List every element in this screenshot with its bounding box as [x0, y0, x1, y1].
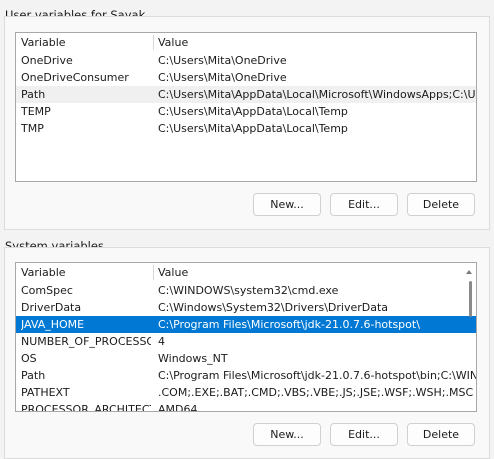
variable-name: OneDriveConsumer — [21, 71, 129, 84]
variable-name: DriverData — [21, 301, 82, 314]
variable-name: TEMP — [21, 105, 51, 118]
table-row[interactable]: TMP C:\Users\Mita\AppData\Local\Temp — [16, 120, 476, 137]
column-divider[interactable] — [153, 35, 154, 50]
variable-value: C:\Users\Mita\AppData\Local\Microsoft\Wi… — [158, 88, 476, 101]
system-edit-button[interactable]: Edit... — [330, 423, 398, 446]
table-row[interactable]: OS Windows_NT — [16, 350, 476, 367]
table-row[interactable]: DriverData C:\Windows\System32\Drivers\D… — [16, 299, 476, 316]
variable-value: C:\Users\Mita\AppData\Local\Temp — [158, 105, 348, 118]
variable-value: C:\Users\Mita\OneDrive — [158, 54, 287, 67]
table-row-selected[interactable]: JAVA_HOME C:\Program Files\Microsoft\jdk… — [16, 316, 476, 333]
column-header-variable[interactable]: Variable — [21, 266, 66, 279]
variable-name: ComSpec — [21, 284, 73, 297]
vertical-scrollbar-thumb[interactable] — [469, 281, 472, 317]
variable-name: NUMBER_OF_PROCESSORS — [21, 335, 151, 348]
scroll-up-arrow-icon[interactable] — [465, 269, 473, 275]
system-variables-list[interactable]: Variable Value ComSpec C:\WINDOWS\system… — [15, 262, 477, 412]
user-new-button[interactable]: New... — [253, 193, 321, 216]
variable-name: TMP — [21, 122, 44, 135]
table-row[interactable]: PROCESSOR_ARCHITECTU... AMD64 — [16, 401, 476, 412]
table-row[interactable]: ComSpec C:\WINDOWS\system32\cmd.exe — [16, 282, 476, 299]
variable-name: PROCESSOR_ARCHITECTU... — [21, 403, 151, 412]
system-new-button[interactable]: New... — [253, 423, 321, 446]
column-header-value[interactable]: Value — [158, 36, 188, 49]
variable-name: Path — [21, 369, 46, 382]
variable-name: Path — [21, 88, 46, 101]
system-delete-button[interactable]: Delete — [407, 423, 475, 446]
variable-name: PATHEXT — [21, 386, 70, 399]
variable-name: OneDrive — [21, 54, 73, 67]
user-edit-button[interactable]: Edit... — [330, 193, 398, 216]
variable-value: C:\Program Files\Microsoft\jdk-21.0.7.6-… — [158, 369, 476, 382]
variable-value: C:\Program Files\Microsoft\jdk-21.0.7.6-… — [158, 318, 420, 331]
table-row[interactable]: Path C:\Program Files\Microsoft\jdk-21.0… — [16, 367, 476, 384]
user-delete-button[interactable]: Delete — [407, 193, 475, 216]
variable-value: C:\Users\Mita\OneDrive — [158, 71, 287, 84]
variable-value: AMD64 — [158, 403, 198, 412]
variable-name: JAVA_HOME — [21, 318, 85, 331]
table-row[interactable]: OneDrive C:\Users\Mita\OneDrive — [16, 52, 476, 69]
variable-value: .COM;.EXE;.BAT;.CMD;.VBS;.VBE;.JS;.JSE;.… — [158, 386, 474, 399]
variable-value: 4 — [158, 335, 165, 348]
column-header-value[interactable]: Value — [158, 266, 188, 279]
list-header: Variable Value — [16, 263, 476, 281]
variable-value: C:\Windows\System32\Drivers\DriverData — [158, 301, 389, 314]
variable-value: C:\Users\Mita\AppData\Local\Temp — [158, 122, 348, 135]
column-header-variable[interactable]: Variable — [21, 36, 66, 49]
column-divider[interactable] — [153, 265, 154, 280]
table-row[interactable]: Path C:\Users\Mita\AppData\Local\Microso… — [16, 86, 476, 103]
table-row[interactable]: PATHEXT .COM;.EXE;.BAT;.CMD;.VBS;.VBE;.J… — [16, 384, 476, 401]
variable-value: Windows_NT — [158, 352, 228, 365]
list-header: Variable Value — [16, 33, 476, 51]
variable-name: OS — [21, 352, 37, 365]
variable-value: C:\WINDOWS\system32\cmd.exe — [158, 284, 339, 297]
table-row[interactable]: OneDriveConsumer C:\Users\Mita\OneDrive — [16, 69, 476, 86]
table-row[interactable]: NUMBER_OF_PROCESSORS 4 — [16, 333, 476, 350]
table-row[interactable]: TEMP C:\Users\Mita\AppData\Local\Temp — [16, 103, 476, 120]
user-variables-list[interactable]: Variable Value OneDrive C:\Users\Mita\On… — [15, 32, 477, 182]
